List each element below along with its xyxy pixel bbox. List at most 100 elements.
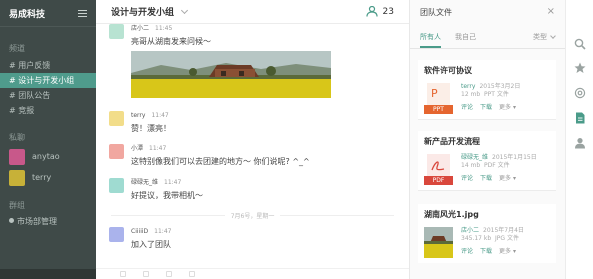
message-time: 11:47 [164, 179, 182, 186]
download-button[interactable]: 下载 [480, 102, 492, 111]
download-button[interactable]: 下载 [480, 173, 492, 182]
message-author: 店小二 [131, 25, 150, 32]
avatar [109, 111, 124, 126]
group-label: 市场部管理 [17, 217, 57, 226]
attach-icon[interactable] [143, 271, 149, 277]
menu-icon[interactable] [78, 9, 87, 17]
file-size: 12 mb [461, 91, 481, 98]
channel-title: 设计与开发小组 [111, 8, 175, 18]
files-panel: 团队文件 × 所有人 我自己 类型 软件许可协议 P PPT terry 2015… [410, 0, 565, 279]
sidebar-item-design-dev[interactable]: # 设计与开发小组 [0, 73, 96, 88]
comment-button[interactable]: 评论 [461, 102, 473, 111]
message-text: 这特别像我们可以去团建的地方～ 你们说呢? ^_^ [131, 157, 310, 166]
dm-section-title: 私聊 [9, 133, 25, 142]
file-date: 2015年1月15日 [492, 154, 537, 161]
message-time: 11:45 [155, 25, 173, 32]
chevron-down-icon [550, 32, 556, 39]
sidebar: 易成科技 频道 # 用户反馈 # 设计与开发小组 # 团队公告 # 竞报 私聊 … [0, 0, 96, 279]
message: terry 11:47 赞！漂亮！ [109, 111, 171, 135]
avatar [109, 227, 124, 242]
type-filter[interactable]: 类型 [533, 32, 556, 48]
chat-header: 设计与开发小组 23 [96, 0, 409, 24]
message-author: CiiiiiD [131, 228, 149, 235]
member-count: 23 [382, 6, 394, 17]
dm-anytao[interactable]: anytao [0, 146, 96, 167]
file-name: 新产品开发流程 [424, 137, 480, 146]
mention-icon[interactable] [189, 271, 195, 277]
comment-button[interactable]: 评论 [461, 173, 473, 182]
file-size: 345.17 kb [461, 235, 492, 242]
dm-name: anytao [32, 152, 60, 161]
message-time: 11:47 [154, 228, 172, 235]
sidebar-item-announcements[interactable]: # 团队公告 [0, 88, 96, 103]
file-icon[interactable] [574, 112, 586, 124]
date-divider: 7月6号，星期一 [111, 211, 395, 220]
avatar [109, 144, 124, 159]
file-name: 湖南风光1.jpg [424, 210, 479, 219]
image-icon[interactable] [166, 271, 172, 277]
file-kind: PDF 文件 [484, 162, 510, 169]
file-card[interactable]: 湖南风光1.jpg 店小二 2015年7月4日 345.17 kb JPG 文件 … [418, 204, 556, 263]
message-time: 11:47 [149, 145, 167, 152]
file-author[interactable]: terry [461, 83, 475, 90]
file-size: 14 mb [461, 162, 481, 169]
composer-toolbar [96, 268, 409, 279]
message: 碌碌无_维 11:47 好提议，我带相机～ [109, 178, 203, 202]
dm-terry[interactable]: terry [0, 167, 96, 188]
image-thumbnail [424, 227, 453, 258]
message-text: 加入了团队 [131, 240, 171, 249]
message-author: 碌碌无_维 [131, 179, 159, 186]
message-author: 小潭 [131, 145, 144, 152]
search-icon[interactable] [574, 38, 586, 50]
files-title: 团队文件 [420, 7, 452, 17]
chat-panel: 设计与开发小组 23 店小二 11:45 亮哥从湖南发来问候～ terry 11… [96, 0, 410, 279]
message-text: 亮哥从湖南发来问候～ [131, 37, 211, 46]
tab-everyone[interactable]: 所有人 [420, 32, 441, 48]
message-image[interactable] [131, 51, 331, 98]
file-name: 软件许可协议 [424, 66, 472, 75]
dm-name: terry [32, 173, 52, 182]
more-button[interactable]: 更多 ▾ [499, 246, 516, 255]
file-date: 2015年3月2日 [479, 83, 521, 90]
file-author[interactable]: 碌碌无_维 [461, 154, 488, 161]
sidebar-item-reports[interactable]: # 竞报 [0, 103, 96, 118]
file-kind: PPT 文件 [484, 91, 509, 98]
right-icon-bar [565, 0, 593, 279]
files-tabs: 所有人 我自己 类型 [410, 24, 565, 49]
more-button[interactable]: 更多 ▾ [499, 102, 516, 111]
comment-button[interactable]: 评论 [461, 246, 473, 255]
more-button[interactable]: 更多 ▾ [499, 173, 516, 182]
close-icon[interactable]: × [547, 7, 555, 17]
sidebar-item-user-feedback[interactable]: # 用户反馈 [0, 58, 96, 73]
avatar [9, 169, 25, 186]
avatar [109, 24, 124, 39]
date-divider-label: 7月6号，星期一 [230, 212, 275, 220]
emoji-icon[interactable] [120, 271, 126, 277]
group-dot-icon [9, 218, 14, 223]
message-text: 赞！漂亮！ [131, 124, 171, 133]
file-author[interactable]: 店小二 [461, 227, 479, 234]
user-icon[interactable] [574, 137, 586, 149]
tab-mine[interactable]: 我自己 [455, 32, 476, 48]
message-author: terry [131, 112, 146, 119]
download-button[interactable]: 下载 [480, 246, 492, 255]
message-text: 好提议，我带相机～ [131, 191, 203, 200]
member-count-button[interactable]: 23 [365, 6, 394, 17]
pdf-file-icon: PDF [424, 154, 453, 185]
file-date: 2015年7月4日 [483, 227, 524, 234]
at-icon[interactable] [574, 87, 586, 99]
star-icon[interactable] [574, 62, 586, 74]
file-card[interactable]: 新产品开发流程 PDF 碌碌无_维 2015年1月15日 14 mb PDF 文件… [418, 131, 556, 191]
team-header[interactable]: 易成科技 [0, 0, 96, 27]
file-kind: JPG 文件 [495, 235, 519, 242]
members-icon [365, 6, 378, 17]
message: 店小二 11:45 亮哥从湖南发来问候～ [109, 24, 331, 98]
file-card[interactable]: 软件许可协议 P PPT terry 2015年3月2日 12 mb PPT 文件… [418, 60, 556, 120]
sidebar-item-market-mgmt[interactable]: 市场部管理 [0, 214, 96, 229]
sidebar-footer [0, 269, 96, 279]
chevron-down-icon[interactable] [180, 6, 189, 14]
avatar [109, 178, 124, 193]
groups-section-title: 群组 [9, 201, 25, 210]
avatar [9, 148, 25, 165]
message: CiiiiiD 11:47 加入了团队 [109, 227, 171, 251]
